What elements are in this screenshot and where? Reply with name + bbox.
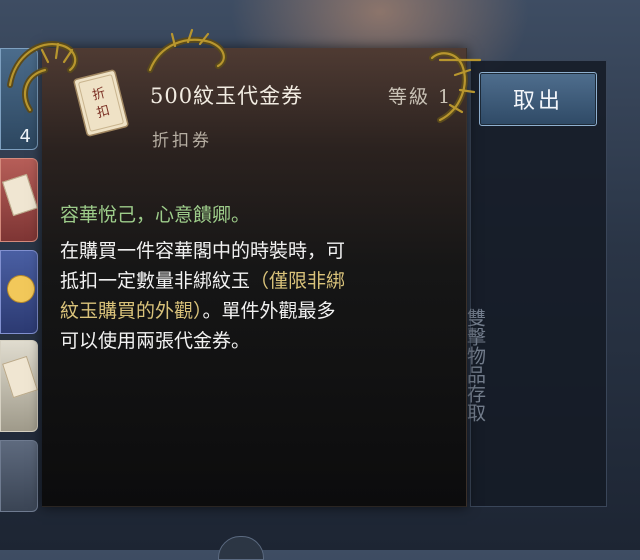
restriction-note: 紋玉購買的外觀） [60, 300, 203, 322]
gold-ornament-icon [3, 271, 39, 307]
restriction-note: （僅限非綁 [250, 270, 346, 292]
bottom-ornament [218, 536, 264, 560]
item-level: 等級 1 [388, 86, 453, 108]
inventory-slot[interactable] [0, 250, 39, 334]
inventory-slot[interactable]: 4 [0, 48, 38, 150]
inventory-slot[interactable] [0, 340, 38, 432]
coupon-icon: 折 扣 [73, 69, 129, 137]
flavor-text: 容華悅己，心意饋卿。 [60, 204, 251, 226]
inventory-slot[interactable] [0, 440, 38, 512]
slot-quantity: 4 [19, 126, 31, 147]
inventory-slot[interactable] [0, 158, 38, 242]
withdraw-button[interactable]: 取出 [479, 72, 597, 126]
storage-side-panel [470, 60, 607, 507]
scroll-icon [2, 173, 38, 217]
scroll-icon [2, 355, 38, 399]
description-line: 可以使用兩張代金券。 [60, 330, 251, 352]
item-name: 500紋玉代金券 [150, 84, 304, 108]
description-text: 抵扣一定數量非綁紋玉 [60, 270, 251, 292]
description-line: 抵扣一定數量非綁紋玉（僅限非綁 [60, 266, 460, 296]
inventory-strip: 4 [0, 0, 40, 550]
description-line: 在購買一件容華閣中的時裝時，可 [60, 240, 346, 262]
description-line: 紋玉購買的外觀）。單件外觀最多 [60, 296, 460, 326]
item-description: 容華悅己，心意饋卿。 在購買一件容華閣中的時裝時，可 抵扣一定數量非綁紋玉（僅限… [60, 200, 460, 356]
description-text: 。單件外觀最多 [202, 300, 336, 322]
item-type: 折扣券 [152, 131, 212, 151]
